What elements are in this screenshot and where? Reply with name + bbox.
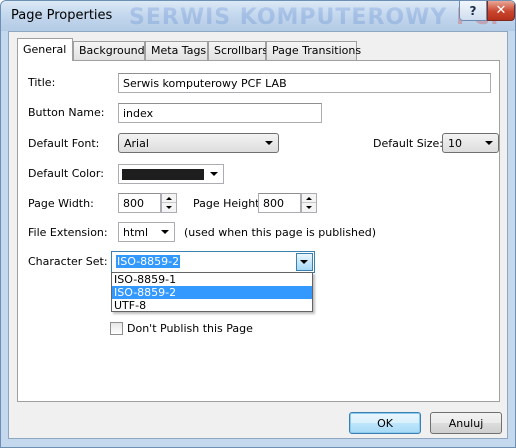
page-width-input[interactable]: 800	[118, 193, 161, 213]
default-font-value: Arial	[124, 137, 149, 150]
title-input[interactable]: Serwis komputerowy PCF LAB	[118, 73, 491, 93]
tab-scrollbars[interactable]: Scrollbars	[208, 41, 268, 60]
page-width-spinner[interactable]	[161, 193, 177, 213]
help-icon: ?	[469, 3, 477, 18]
file-extension-select[interactable]: html	[118, 222, 175, 242]
cancel-button[interactable]: Anuluj	[430, 412, 502, 434]
default-size-label: Default Size:	[373, 137, 443, 150]
tab-general[interactable]: General	[17, 38, 73, 61]
file-extension-note: (used when this page is published)	[184, 226, 377, 239]
page-height-spinner[interactable]	[301, 193, 317, 213]
dont-publish-checkbox[interactable]	[110, 322, 123, 335]
ok-button[interactable]: OK	[349, 412, 421, 434]
page-height-label: Page Height:	[193, 197, 264, 210]
spin-down-icon[interactable]	[302, 203, 316, 212]
tab-meta-tags[interactable]: Meta Tags	[145, 41, 208, 60]
chevron-down-icon	[485, 141, 493, 145]
title-bar[interactable]: SERWIS KOMPUTEROWY PCF Page Properties ?…	[1, 1, 515, 31]
tab-background[interactable]: Background	[73, 41, 145, 60]
page-properties-dialog: SERWIS KOMPUTEROWY PCF Page Properties ?…	[0, 0, 516, 448]
spin-up-icon[interactable]	[162, 194, 176, 203]
spin-up-icon[interactable]	[302, 194, 316, 203]
page-height-input[interactable]: 800	[258, 193, 301, 213]
title-label: Title:	[28, 76, 56, 89]
default-size-select[interactable]: 10	[442, 133, 499, 153]
character-set-dropdown-button[interactable]	[296, 253, 313, 271]
dont-publish-label[interactable]: Don't Publish this Page	[127, 322, 253, 335]
color-swatch	[122, 169, 204, 180]
character-set-label: Character Set:	[28, 255, 108, 268]
default-font-select[interactable]: Arial	[118, 133, 279, 153]
button-name-input[interactable]: index	[118, 103, 322, 123]
chevron-down-icon	[161, 230, 169, 234]
default-color-label: Default Color:	[28, 167, 104, 180]
button-name-label: Button Name:	[28, 106, 105, 119]
close-icon: ✕	[495, 3, 507, 18]
file-extension-value: html	[123, 226, 149, 239]
character-set-select[interactable]: ISO-8859-2	[111, 251, 315, 273]
chevron-down-icon	[300, 260, 308, 264]
character-set-dropdown-list: ISO-8859-1 ISO-8859-2 UTF-8	[111, 272, 313, 312]
close-button[interactable]: ✕	[487, 1, 515, 21]
chevron-down-icon	[265, 141, 273, 145]
dialog-title: Page Properties	[11, 8, 113, 23]
default-font-label: Default Font:	[28, 137, 100, 150]
general-tab-panel: Title: Serwis komputerowy PCF LAB Button…	[17, 60, 500, 402]
charset-option[interactable]: ISO-8859-2	[112, 286, 312, 299]
tab-page-transitions[interactable]: Page Transitions	[266, 41, 361, 60]
chevron-down-icon	[210, 172, 218, 176]
spin-down-icon[interactable]	[162, 203, 176, 212]
page-width-label: Page Width:	[28, 197, 94, 210]
default-color-picker[interactable]	[118, 164, 224, 184]
default-size-value: 10	[448, 137, 462, 150]
dialog-client-area: General Background Meta Tags Scrollbars …	[8, 31, 508, 439]
title-watermark: SERWIS KOMPUTEROWY PCF	[129, 5, 505, 30]
charset-option[interactable]: UTF-8	[112, 299, 312, 312]
help-button[interactable]: ?	[459, 1, 487, 21]
character-set-value: ISO-8859-2	[116, 255, 181, 268]
file-extension-label: File Extension:	[28, 226, 108, 239]
charset-option[interactable]: ISO-8859-1	[112, 273, 312, 286]
